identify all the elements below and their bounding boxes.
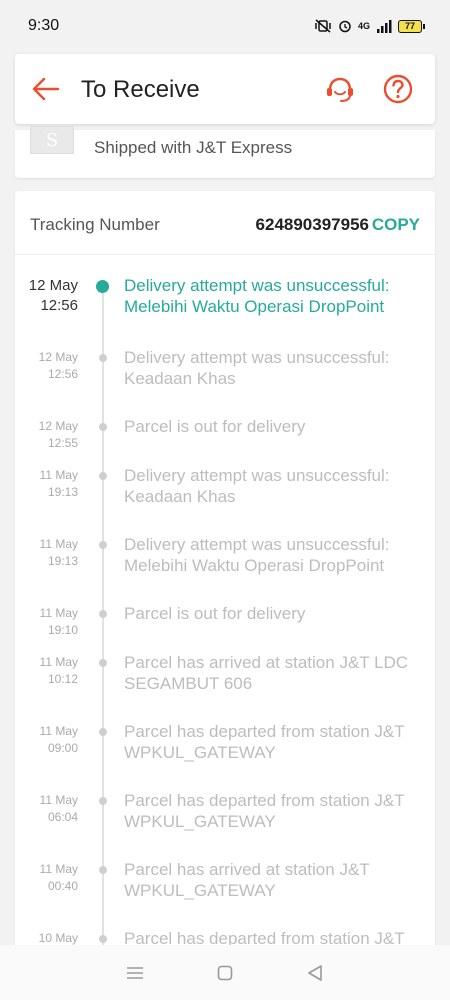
back-button[interactable]	[300, 958, 330, 988]
menu-icon	[127, 966, 143, 979]
battery-level: 77	[404, 21, 415, 31]
tracking-card: Tracking Number 624890397956 COPY 12 May…	[15, 191, 435, 951]
event-dot	[99, 610, 107, 618]
event-description: Parcel has departed from station J&T WPK…	[124, 791, 405, 831]
tracking-header: Tracking Number 624890397956 COPY	[15, 191, 435, 255]
shipping-info-card: S Shipped with J&T Express	[15, 126, 435, 178]
event-date: 12 May	[28, 277, 78, 294]
event-datetime: 12 May 12:55	[39, 418, 78, 452]
event-date: 11 May	[39, 606, 78, 620]
event-time: 00:40	[47, 879, 78, 893]
event-datetime: 11 May 19:13	[40, 536, 78, 570]
event-dot	[99, 472, 107, 480]
network-label: 4G	[357, 21, 370, 31]
event-dot	[99, 728, 107, 736]
event-time: 09:00	[47, 741, 78, 755]
event-time: 12:55	[47, 436, 78, 450]
event-datetime: 11 May 19:13	[40, 467, 78, 501]
event-dot	[99, 354, 107, 362]
event-datetime: 11 May 06:04	[40, 792, 78, 826]
event-time: 19:13	[47, 485, 78, 499]
page-title: To Receive	[81, 76, 200, 103]
event-datetime: 11 May 19:10	[40, 605, 78, 639]
event-dot	[99, 935, 107, 943]
event-date: 11 May	[39, 468, 78, 482]
event-date: 11 May	[39, 724, 78, 738]
event-date: 12 May	[38, 350, 78, 364]
event-description: Parcel is out for delivery	[124, 604, 306, 623]
tracking-number-value: 624890397956	[255, 215, 369, 234]
alarm-icon	[339, 20, 351, 33]
event-time: 10:12	[47, 672, 78, 686]
recent-apps-button[interactable]	[120, 958, 150, 988]
event-datetime: 11 May 00:40	[40, 861, 78, 895]
event-time: 19:13	[47, 554, 78, 568]
event-datetime: 12 May 12:56	[29, 276, 78, 316]
customer-support-icon[interactable]	[324, 73, 356, 105]
event-dot	[99, 541, 107, 549]
event-dot	[99, 659, 107, 667]
carrier-text: Shipped with J&T Express	[94, 138, 293, 157]
event-date: 12 May	[38, 419, 78, 433]
event-description: Delivery attempt was unsuccessful: Meleb…	[124, 535, 390, 575]
event-description: Parcel has departed from station J&T WPK…	[124, 722, 405, 762]
event-time: 19:10	[47, 623, 78, 637]
status-time: 9:30	[28, 17, 60, 34]
event-dot-active	[96, 280, 109, 293]
event-date: 11 May	[39, 793, 78, 807]
event-description: Delivery attempt was unsuccessful: Keada…	[124, 348, 390, 388]
signal-icon	[377, 19, 392, 33]
event-dot	[99, 866, 107, 874]
carrier-logo-letter: S	[45, 129, 59, 151]
event-time: 12:56	[40, 297, 78, 314]
event-datetime: 11 May 09:00	[40, 723, 78, 757]
battery-icon: 77	[398, 19, 425, 33]
event-description: Parcel is out for delivery	[124, 417, 306, 436]
event-dot	[99, 797, 107, 805]
timeline-line	[102, 285, 104, 951]
carrier-logo: S	[30, 126, 74, 154]
system-nav-bar	[0, 945, 450, 1000]
event-description: Delivery attempt was unsuccessful: Keada…	[124, 466, 390, 506]
event-date: 11 May	[39, 537, 78, 551]
event-description: Parcel has arrived at station J&T LDC SE…	[124, 653, 409, 693]
event-datetime: 12 May 12:56	[39, 349, 78, 383]
event-date: 11 May	[39, 655, 78, 669]
back-triangle-icon	[308, 964, 322, 981]
help-icon[interactable]	[382, 73, 414, 105]
status-icons: 4G 77	[314, 19, 425, 33]
event-description: Delivery attempt was unsuccessful: Meleb…	[124, 276, 390, 316]
home-button[interactable]	[210, 958, 240, 988]
event-date: 11 May	[39, 862, 78, 876]
event-datetime: 11 May 10:12	[40, 654, 78, 688]
square-icon	[217, 965, 233, 980]
event-time: 06:04	[47, 810, 78, 824]
status-bar: 9:30 4G 77	[0, 0, 450, 52]
header-bar: To Receive	[15, 54, 435, 124]
copy-button[interactable]: COPY	[372, 215, 420, 235]
event-dot	[99, 423, 107, 431]
mute-vibrate-icon	[315, 19, 331, 33]
tracking-number-label: Tracking Number	[30, 215, 160, 234]
event-description: Parcel has arrived at station J&T WPKUL_…	[124, 860, 370, 900]
back-arrow-icon[interactable]	[31, 74, 61, 104]
event-time: 12:56	[47, 367, 78, 381]
